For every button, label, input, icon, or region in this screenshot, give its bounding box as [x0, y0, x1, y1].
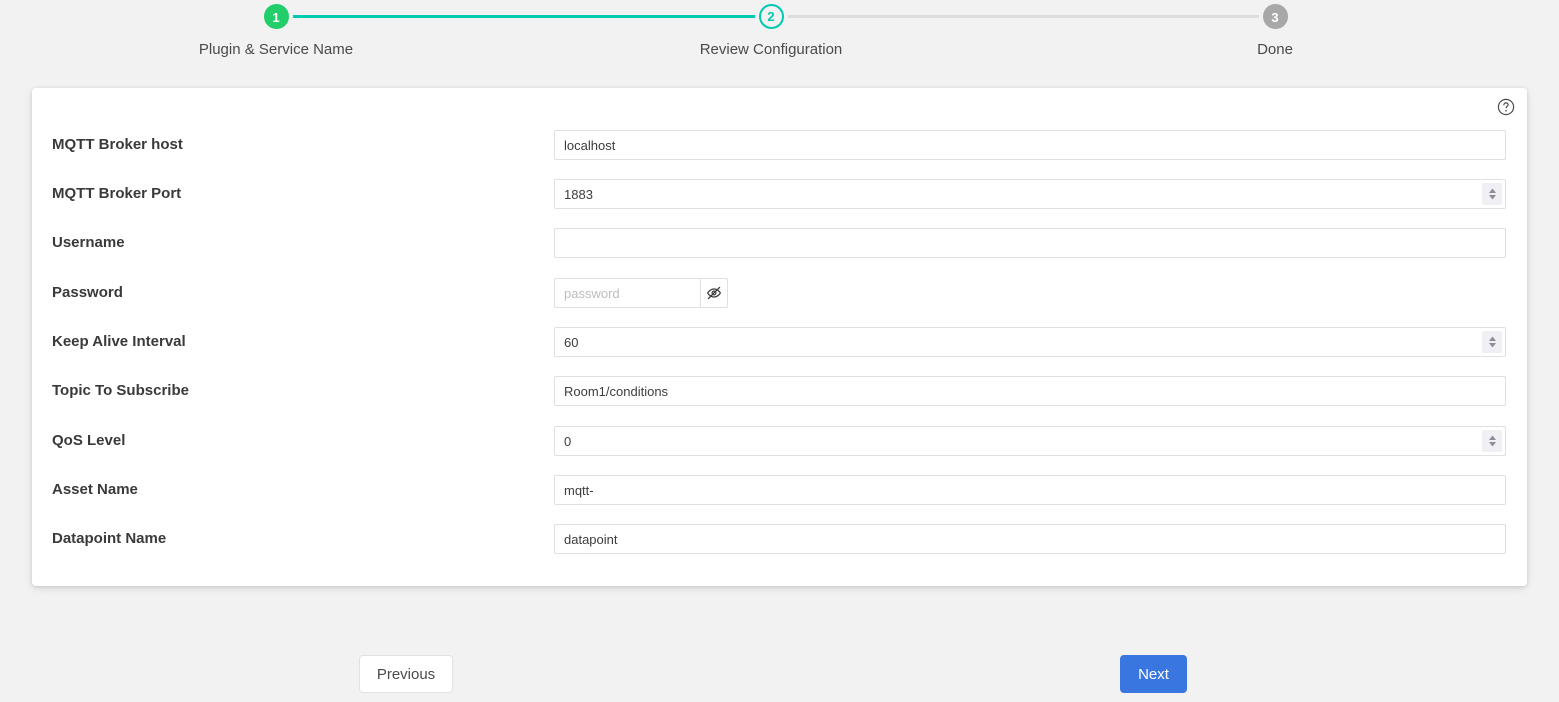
configuration-card: MQTT Broker host MQTT Broker Port Username… [32, 88, 1527, 586]
number-stepper[interactable] [1482, 183, 1502, 205]
field-control [554, 426, 1506, 456]
field-label: Datapoint Name [52, 524, 532, 554]
text-input[interactable] [554, 475, 1506, 505]
form-row: Keep Alive Interval [32, 327, 1527, 357]
field-control [554, 475, 1506, 505]
field-control [554, 278, 1506, 308]
field-control [554, 376, 1506, 406]
field-label: Password [52, 278, 532, 308]
form-row: Datapoint Name [32, 524, 1527, 554]
field-control [554, 524, 1506, 554]
form-row: MQTT Broker Port [32, 179, 1527, 209]
eye-off-icon[interactable] [700, 278, 728, 308]
number-input[interactable] [554, 179, 1506, 209]
text-input[interactable] [554, 524, 1506, 554]
field-label: Keep Alive Interval [52, 327, 532, 357]
stepper-step-1-circle: 1 [264, 4, 289, 29]
stepper-step-1[interactable]: 1 Plugin & Service Name [176, 0, 376, 58]
number-stepper[interactable] [1482, 331, 1502, 353]
field-label: Username [52, 228, 532, 258]
form-row: Password [32, 278, 1527, 308]
wizard-stepper: 1 Plugin & Service Name 2 Review Configu… [0, 0, 1559, 72]
form-row: Username [32, 228, 1527, 258]
text-input[interactable] [554, 228, 1506, 258]
field-label: MQTT Broker host [52, 130, 532, 160]
field-label: QoS Level [52, 426, 532, 456]
stepper-step-3[interactable]: 3 Done [1175, 0, 1375, 58]
field-control [554, 130, 1506, 160]
form-row: Asset Name [32, 475, 1527, 505]
number-stepper[interactable] [1482, 430, 1502, 452]
password-input[interactable] [554, 278, 700, 308]
number-input[interactable] [554, 327, 1506, 357]
number-field-group [554, 327, 1506, 357]
stepper-step-2-label: Review Configuration [671, 41, 871, 58]
text-input[interactable] [554, 130, 1506, 160]
number-field-group [554, 426, 1506, 456]
stepper-step-2-circle: 2 [759, 4, 784, 29]
field-control [554, 179, 1506, 209]
text-input[interactable] [554, 376, 1506, 406]
field-label: MQTT Broker Port [52, 179, 532, 209]
stepper-step-1-label: Plugin & Service Name [176, 41, 376, 58]
field-control [554, 327, 1506, 357]
form-row: QoS Level [32, 426, 1527, 456]
password-field-group [554, 278, 728, 308]
stepper-step-3-label: Done [1175, 41, 1375, 58]
form-row: Topic To Subscribe [32, 376, 1527, 406]
field-label: Asset Name [52, 475, 532, 505]
next-button[interactable]: Next [1120, 655, 1187, 693]
stepper-step-2[interactable]: 2 Review Configuration [671, 0, 871, 58]
field-control [554, 228, 1506, 258]
number-input[interactable] [554, 426, 1506, 456]
form-row: MQTT Broker host [32, 130, 1527, 160]
field-label: Topic To Subscribe [52, 376, 532, 406]
help-circle-icon[interactable] [1497, 98, 1515, 116]
previous-button[interactable]: Previous [359, 655, 453, 693]
stepper-step-3-circle: 3 [1263, 4, 1288, 29]
number-field-group [554, 179, 1506, 209]
